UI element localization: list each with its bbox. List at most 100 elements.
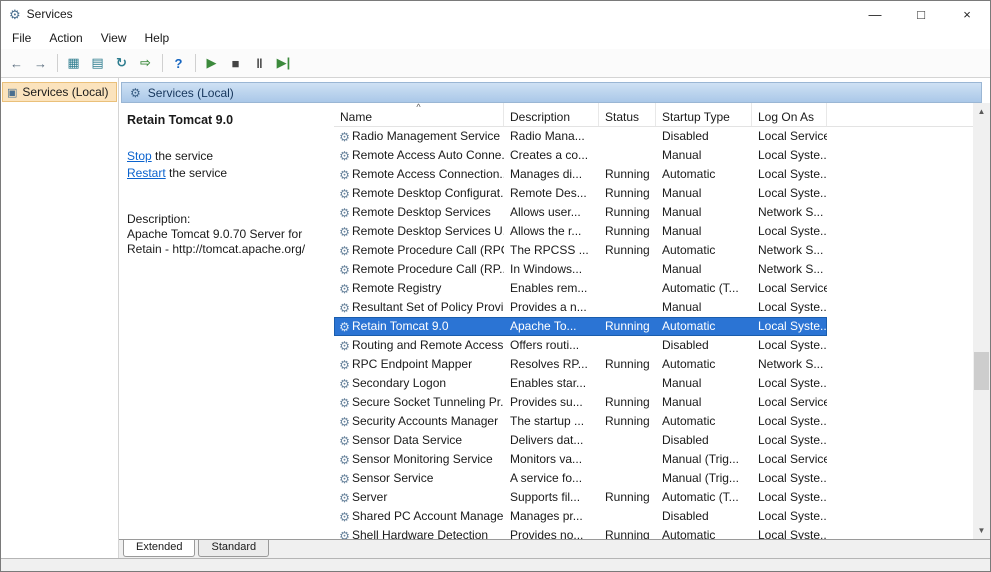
service-description-cell: Radio Mana... bbox=[504, 127, 599, 146]
minimize-button[interactable]: — bbox=[852, 1, 898, 27]
service-description-cell: Creates a co... bbox=[504, 146, 599, 165]
main-panel: ⚙ Services (Local) Retain Tomcat 9.0 Sto… bbox=[119, 78, 990, 558]
services-list-pane: Name^ Description StatusStartup TypeLog On… bbox=[334, 103, 973, 539]
pause-service-icon[interactable]: ‖ bbox=[248, 52, 271, 74]
column-header-startup-type[interactable]: Startup Type bbox=[656, 103, 752, 126]
menu-item-help[interactable]: Help bbox=[136, 29, 179, 47]
service-status-cell: Running bbox=[599, 488, 656, 507]
service-status-cell: Running bbox=[599, 241, 656, 260]
close-button[interactable]: × bbox=[944, 1, 990, 27]
table-row[interactable]: ⚙Retain Tomcat 9.0Apache To...RunningAut… bbox=[334, 317, 827, 336]
service-log-on-as-cell: Network S... bbox=[752, 203, 827, 222]
table-row[interactable]: ⚙RPC Endpoint MapperResolves RP...Runnin… bbox=[334, 355, 827, 374]
table-row[interactable]: ⚙Remote Access Auto Conne...Creates a co… bbox=[334, 146, 827, 165]
service-name-cell: ⚙Server bbox=[334, 488, 504, 507]
scrollbar-thumb[interactable] bbox=[974, 352, 989, 390]
service-name-cell: ⚙Remote Procedure Call (RPC) bbox=[334, 241, 504, 260]
menu-item-action[interactable]: Action bbox=[40, 29, 91, 47]
menu-item-file[interactable]: File bbox=[3, 29, 40, 47]
table-row[interactable]: ⚙Secondary LogonEnables star...ManualLoc… bbox=[334, 374, 827, 393]
tree-item-label: Services (Local) bbox=[22, 85, 108, 99]
service-status-cell bbox=[599, 260, 656, 279]
export-list-icon[interactable]: ⇨ bbox=[134, 52, 157, 74]
properties-icon[interactable]: ▤ bbox=[86, 52, 109, 74]
table-row[interactable]: ⚙Remote Desktop ServicesAllows user...Ru… bbox=[334, 203, 827, 222]
service-name: Remote Registry bbox=[352, 279, 441, 298]
window-controls: — □ × bbox=[852, 1, 990, 27]
scroll-down-icon[interactable]: ▼ bbox=[973, 522, 990, 539]
table-row[interactable]: ⚙Remote RegistryEnables rem...Automatic … bbox=[334, 279, 827, 298]
service-gear-icon: ⚙ bbox=[337, 302, 352, 314]
service-status-cell bbox=[599, 450, 656, 469]
tree-item-services-local[interactable]: ▣ Services (Local) bbox=[2, 82, 117, 102]
menu-item-view[interactable]: View bbox=[92, 29, 136, 47]
table-row[interactable]: ⚙Routing and Remote AccessOffers routi..… bbox=[334, 336, 827, 355]
service-name-cell: ⚙Retain Tomcat 9.0 bbox=[334, 317, 504, 336]
service-name-cell: ⚙Sensor Service bbox=[334, 469, 504, 488]
forward-icon[interactable]: → bbox=[29, 52, 52, 74]
help-icon[interactable]: ? bbox=[167, 52, 190, 74]
column-header-label: Description bbox=[510, 110, 570, 124]
tab-standard[interactable]: Standard bbox=[198, 540, 269, 557]
service-gear-icon: ⚙ bbox=[337, 340, 352, 352]
tab-extended[interactable]: Extended bbox=[123, 540, 195, 557]
service-description-cell: Offers routi... bbox=[504, 336, 599, 355]
services-banner: ⚙ Services (Local) bbox=[121, 82, 982, 103]
service-gear-icon: ⚙ bbox=[337, 207, 352, 219]
table-header: Name^ Description StatusStartup TypeLog On… bbox=[334, 103, 973, 127]
restart-service-link[interactable]: Restart bbox=[127, 166, 166, 180]
table-row[interactable]: ⚙Secure Socket Tunneling Pr...Provides s… bbox=[334, 393, 827, 412]
service-name: Routing and Remote Access bbox=[352, 336, 503, 355]
service-gear-icon: ⚙ bbox=[337, 435, 352, 447]
stop-service-icon[interactable]: ■ bbox=[224, 52, 247, 74]
table-row[interactable]: ⚙Resultant Set of Policy Provi...Provide… bbox=[334, 298, 827, 317]
service-name-cell: ⚙Secondary Logon bbox=[334, 374, 504, 393]
service-gear-icon: ⚙ bbox=[337, 454, 352, 466]
service-status-cell bbox=[599, 336, 656, 355]
service-status-cell: Running bbox=[599, 355, 656, 374]
service-name-cell: ⚙Security Accounts Manager bbox=[334, 412, 504, 431]
table-row[interactable]: ⚙Remote Procedure Call (RPC)The RPCSS ..… bbox=[334, 241, 827, 260]
service-name: Remote Procedure Call (RP... bbox=[352, 260, 504, 279]
table-row[interactable]: ⚙Radio Management ServiceRadio Mana...Di… bbox=[334, 127, 827, 146]
stop-service-link[interactable]: Stop bbox=[127, 149, 152, 163]
maximize-button[interactable]: □ bbox=[898, 1, 944, 27]
services-app-icon: ⚙ bbox=[9, 8, 21, 21]
back-icon[interactable]: ← bbox=[5, 52, 28, 74]
scroll-up-icon[interactable]: ▲ bbox=[973, 103, 990, 120]
table-row[interactable]: ⚙Remote Access Connection...Manages di..… bbox=[334, 165, 827, 184]
table-row[interactable]: ⚙Remote Desktop Services U...Allows the … bbox=[334, 222, 827, 241]
service-description-cell: Allows the r... bbox=[504, 222, 599, 241]
service-gear-icon: ⚙ bbox=[337, 150, 352, 162]
table-row[interactable]: ⚙Sensor Data ServiceDelivers dat...Disab… bbox=[334, 431, 827, 450]
column-header-log-on-as[interactable]: Log On As bbox=[752, 103, 827, 126]
service-name-cell: ⚙Sensor Monitoring Service bbox=[334, 450, 504, 469]
table-row[interactable]: ⚙Sensor ServiceA service fo...Manual (Tr… bbox=[334, 469, 827, 488]
table-row[interactable]: ⚙Security Accounts ManagerThe startup ..… bbox=[334, 412, 827, 431]
column-header-name[interactable]: Name^ bbox=[334, 103, 504, 126]
tabs-row: ExtendedStandard bbox=[119, 539, 990, 558]
service-name: Sensor Service bbox=[352, 469, 433, 488]
vertical-scrollbar[interactable]: ▲ ▼ bbox=[973, 103, 990, 539]
services-window: ⚙ Services — □ × FileActionViewHelp ←→▦▤… bbox=[0, 0, 991, 572]
service-gear-icon: ⚙ bbox=[337, 416, 352, 428]
service-name: Remote Desktop Configurat... bbox=[352, 184, 504, 203]
refresh-icon[interactable]: ↻ bbox=[110, 52, 133, 74]
table-row[interactable]: ⚙Remote Desktop Configurat...Remote Des.… bbox=[334, 184, 827, 203]
bottom-strip bbox=[1, 558, 990, 571]
column-header-description[interactable]: Description bbox=[504, 103, 599, 126]
table-row[interactable]: ⚙Sensor Monitoring ServiceMonitors va...… bbox=[334, 450, 827, 469]
service-log-on-as-cell: Local Syste... bbox=[752, 317, 827, 336]
restart-service-icon[interactable]: ▶| bbox=[272, 52, 295, 74]
table-row[interactable]: ⚙Shared PC Account ManagerManages pr...D… bbox=[334, 507, 827, 526]
table-row[interactable]: ⚙Shell Hardware DetectionProvides no...R… bbox=[334, 526, 827, 539]
service-status-cell: Running bbox=[599, 222, 656, 241]
show-console-tree-icon[interactable]: ▦ bbox=[62, 52, 85, 74]
description-text: Apache Tomcat 9.0.70 Server for Retain -… bbox=[127, 227, 317, 257]
column-header-status[interactable]: Status bbox=[599, 103, 656, 126]
start-service-icon[interactable]: ▶ bbox=[200, 52, 223, 74]
service-name: Sensor Data Service bbox=[352, 431, 462, 450]
table-row[interactable]: ⚙Remote Procedure Call (RP...In Windows.… bbox=[334, 260, 827, 279]
service-startup-type-cell: Automatic bbox=[656, 241, 752, 260]
table-row[interactable]: ⚙ServerSupports fil...RunningAutomatic (… bbox=[334, 488, 827, 507]
